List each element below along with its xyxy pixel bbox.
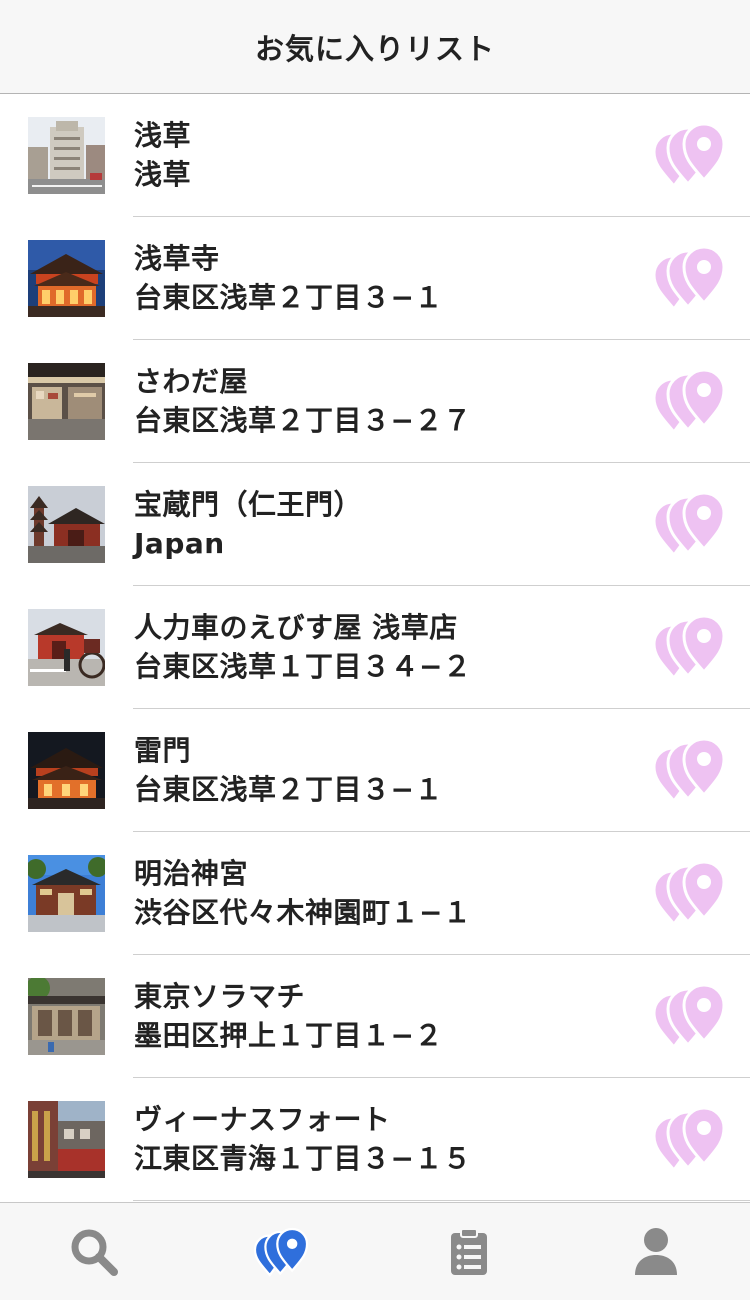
- thumbnail-image: [28, 240, 105, 317]
- list-item[interactable]: 浅草寺 台東区浅草２丁目３−１: [0, 217, 750, 340]
- search-icon: [71, 1229, 118, 1276]
- clipboard-list-icon: [450, 1227, 487, 1275]
- list-item[interactable]: 浅草 浅草: [0, 94, 750, 217]
- map-pins-icon: [652, 245, 726, 311]
- tab-favorites[interactable]: [188, 1203, 376, 1300]
- item-address: Japan: [134, 527, 225, 560]
- favorite-pin-button[interactable]: [650, 614, 728, 680]
- thumbnail-image: [28, 732, 105, 809]
- thumbnail-image: [28, 1101, 105, 1178]
- favorite-pin-button[interactable]: [650, 122, 728, 188]
- item-title: 宝蔵門（仁王門）: [134, 488, 363, 521]
- item-title: 浅草寺: [134, 242, 220, 275]
- map-pins-icon: [254, 1227, 309, 1277]
- page-title: お気に入りリスト: [254, 31, 495, 66]
- item-title: ヴィーナスフォート: [134, 1103, 391, 1136]
- item-address: 台東区浅草１丁目３４−２: [134, 650, 472, 683]
- item-address: 渋谷区代々木神園町１−１: [134, 896, 472, 929]
- item-title: 人力車のえびす屋 浅草店: [134, 611, 458, 644]
- item-address: 江東区青海１丁目３−１５: [134, 1142, 472, 1175]
- favorite-pin-button[interactable]: [650, 860, 728, 926]
- thumbnail-image: [28, 609, 105, 686]
- map-pins-icon: [652, 983, 726, 1049]
- thumbnail-image: [28, 855, 105, 932]
- map-pins-icon: [652, 368, 726, 434]
- list-item[interactable]: 明治神宮 渋谷区代々木神園町１−１: [0, 832, 750, 955]
- item-address: 墨田区押上１丁目１−２: [134, 1019, 443, 1052]
- favorite-pin-button[interactable]: [650, 368, 728, 434]
- list-item[interactable]: 東京ソラマチ 墨田区押上１丁目１−２: [0, 955, 750, 1078]
- list-item[interactable]: 宝蔵門（仁王門） Japan: [0, 463, 750, 586]
- favorite-pin-button[interactable]: [650, 737, 728, 803]
- map-pins-icon: [652, 1106, 726, 1172]
- navigation-bar: お気に入りリスト: [0, 0, 750, 94]
- item-address: 浅草: [134, 158, 192, 191]
- tab-search[interactable]: [0, 1203, 188, 1300]
- list-item[interactable]: 人力車のえびす屋 浅草店 台東区浅草１丁目３４−２: [0, 586, 750, 709]
- item-title: 浅草: [134, 119, 192, 152]
- item-address: 台東区浅草２丁目３−１: [134, 281, 443, 314]
- list-item[interactable]: さわだ屋 台東区浅草２丁目３−２７: [0, 340, 750, 463]
- item-title: 明治神宮: [134, 857, 249, 890]
- user-icon: [635, 1227, 678, 1275]
- list-item[interactable]: 雷門 台東区浅草２丁目３−１: [0, 709, 750, 832]
- map-pins-icon: [652, 737, 726, 803]
- favorite-pin-button[interactable]: [650, 245, 728, 311]
- thumbnail-image: [28, 486, 105, 563]
- thumbnail-image: [28, 363, 105, 440]
- item-title: 東京ソラマチ: [134, 980, 306, 1013]
- item-title: 雷門: [134, 734, 192, 767]
- thumbnail-image: [28, 978, 105, 1055]
- map-pins-icon: [652, 491, 726, 557]
- tab-bar: [0, 1202, 750, 1300]
- favorite-pin-button[interactable]: [650, 1106, 728, 1172]
- favorites-list[interactable]: 浅草 浅草 浅草寺 台東区浅草２丁目３−１ さわだ屋 台東区浅草２丁目３−２７ …: [0, 94, 750, 1202]
- tab-list[interactable]: [375, 1203, 563, 1300]
- tab-profile[interactable]: [563, 1203, 750, 1300]
- favorite-pin-button[interactable]: [650, 983, 728, 1049]
- map-pins-icon: [652, 614, 726, 680]
- favorite-pin-button[interactable]: [650, 491, 728, 557]
- item-address: 台東区浅草２丁目３−２７: [134, 404, 472, 437]
- map-pins-icon: [652, 122, 726, 188]
- thumbnail-image: [28, 117, 105, 194]
- item-title: さわだ屋: [134, 365, 249, 398]
- list-item[interactable]: ヴィーナスフォート 江東区青海１丁目３−１５: [0, 1078, 750, 1201]
- map-pins-icon: [652, 860, 726, 926]
- item-address: 台東区浅草２丁目３−１: [134, 773, 443, 806]
